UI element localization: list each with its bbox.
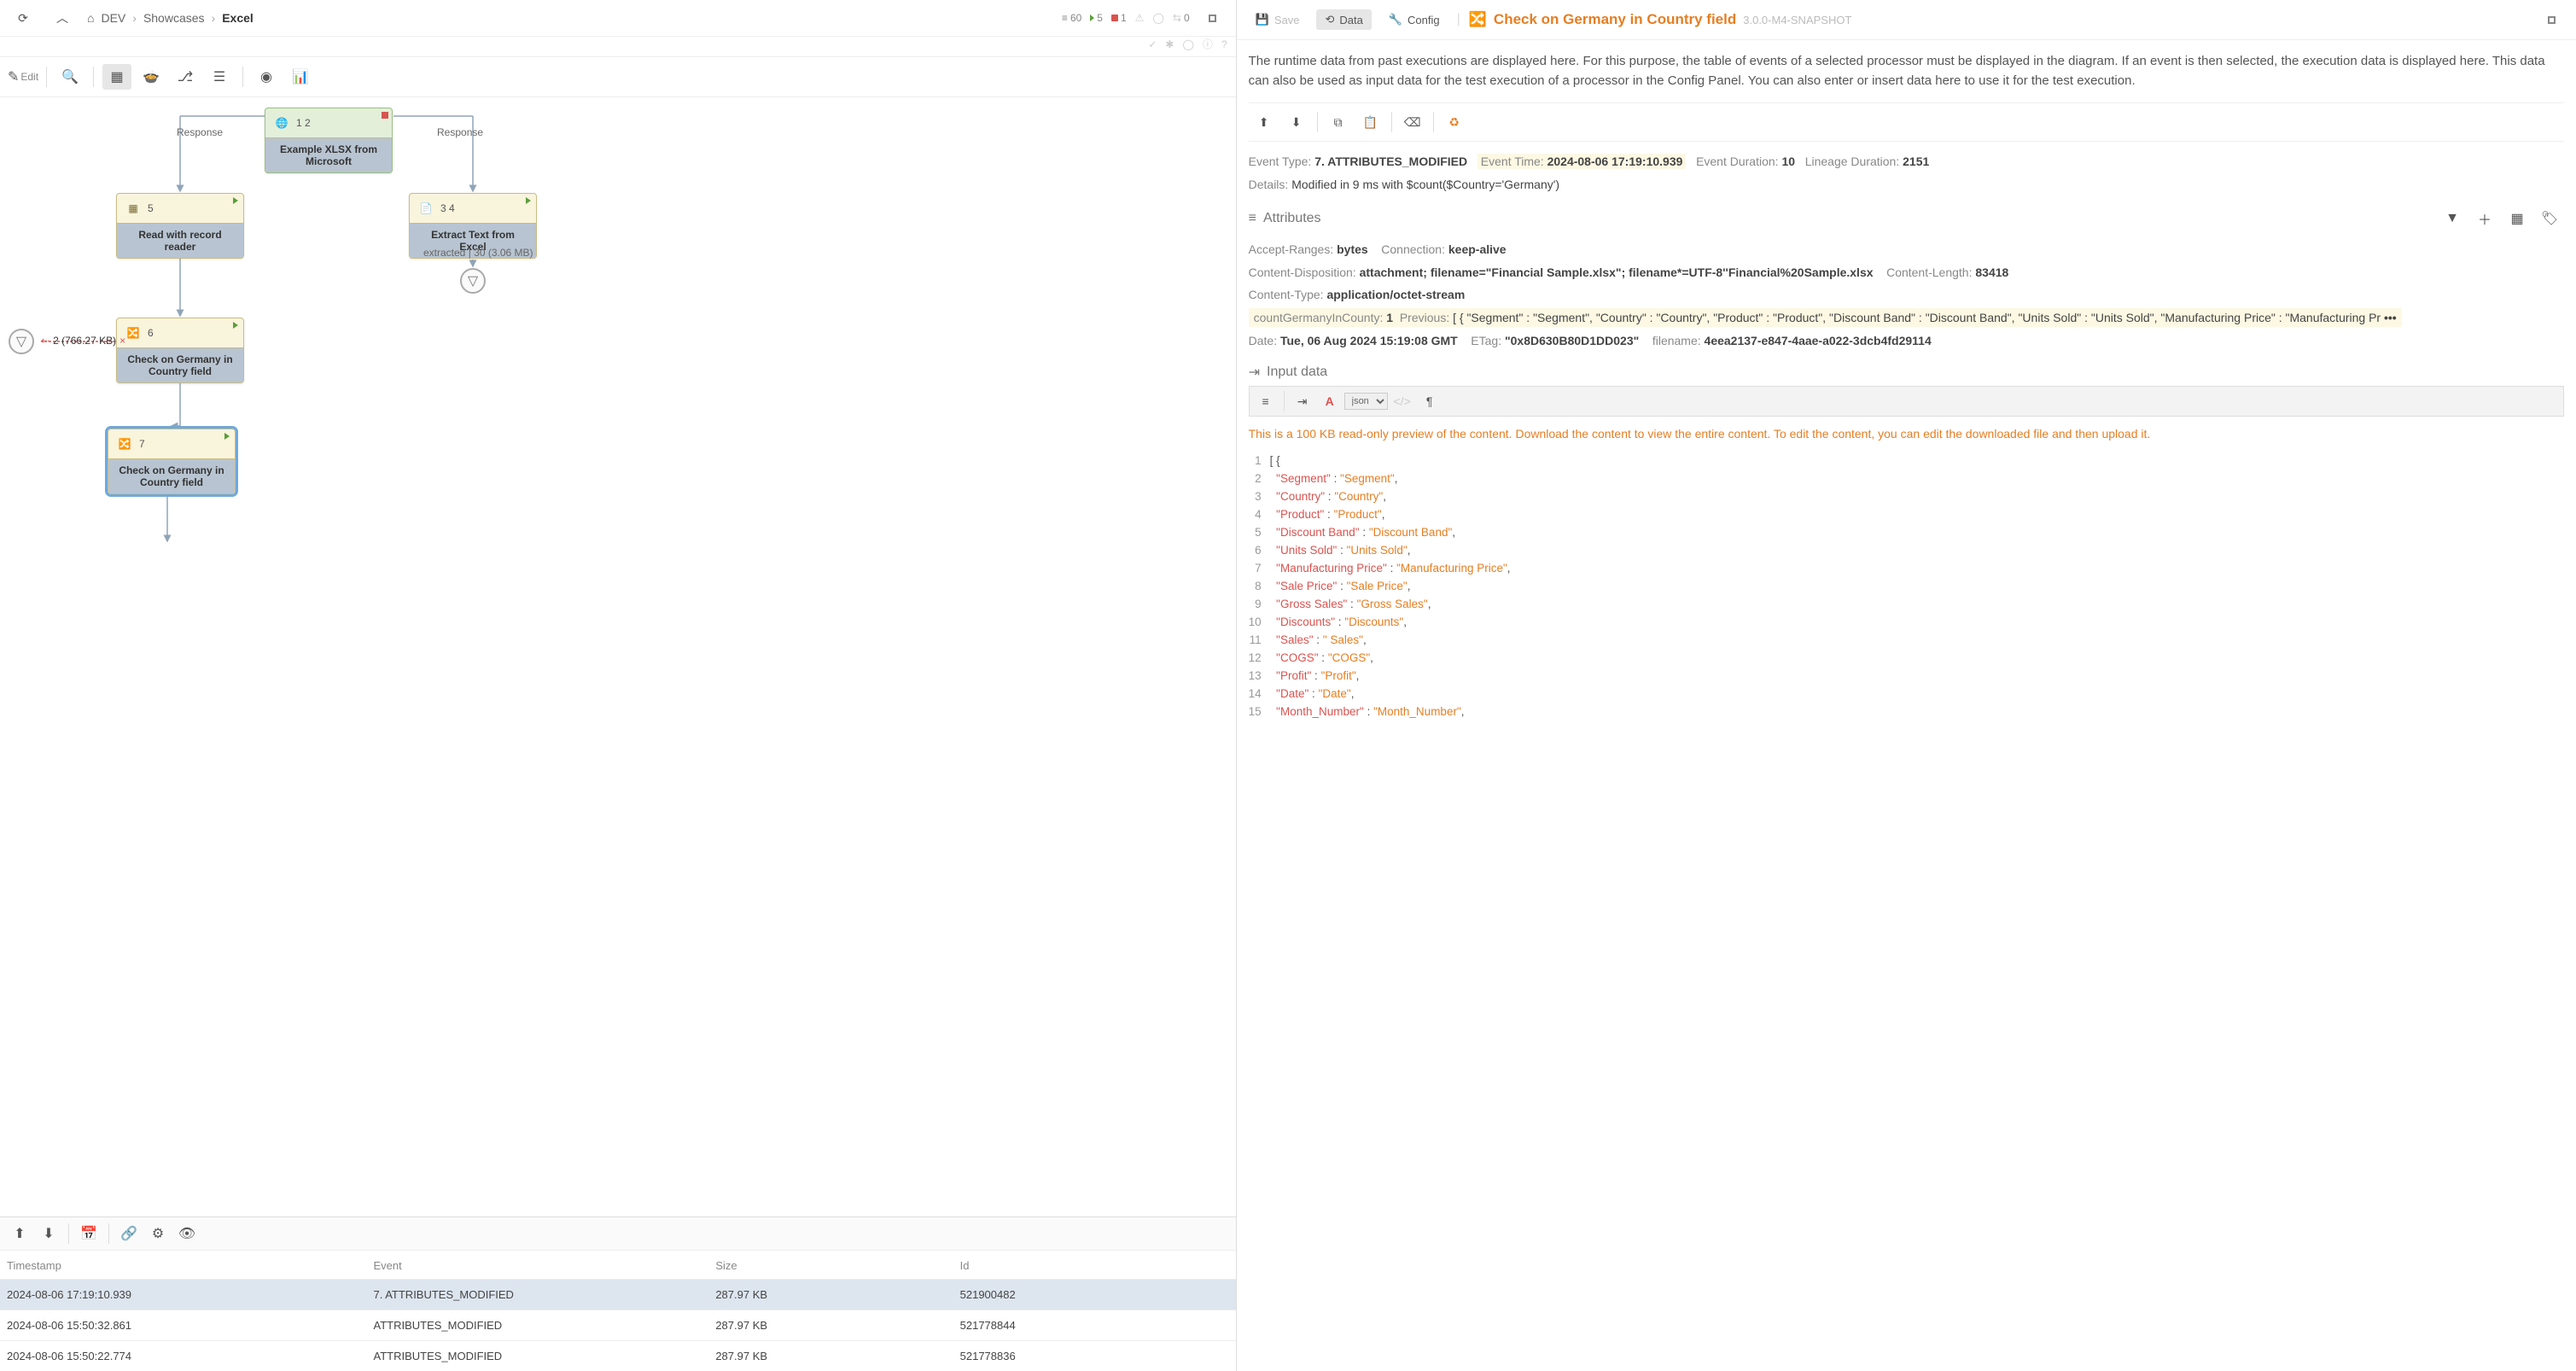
eye-off-icon[interactable]: 👁 (174, 1222, 200, 1245)
processor-title: 🔀 Check on Germany in Country field 3.0.… (1469, 11, 1852, 28)
add-icon[interactable]: ＋ (2470, 206, 2499, 231)
threads-icon: ⇆ (1173, 12, 1181, 24)
format-select[interactable]: json (1344, 393, 1388, 410)
play-icon (224, 433, 230, 440)
edge-label-response: Response (177, 126, 223, 138)
filter-icon[interactable]: ▼ (2438, 206, 2467, 231)
crumb-excel[interactable]: Excel (222, 11, 254, 25)
stop-icon (382, 112, 388, 119)
event-meta: Event Type: 7. ATTRIBUTES_MODIFIED Event… (1249, 150, 2564, 173)
preview-warning: This is a 100 KB read-only preview of th… (1249, 425, 2564, 443)
stopped-icon (1111, 15, 1118, 21)
maximize-icon[interactable] (1198, 5, 1227, 31)
play-icon (233, 197, 238, 204)
table-row[interactable]: 2024-08-06 15:50:22.774ATTRIBUTES_MODIFI… (0, 1340, 1236, 1371)
table-icon: ▦ (124, 199, 143, 218)
grid-view-icon[interactable]: ▦ (102, 64, 131, 90)
link-icon[interactable]: 🔗 (116, 1222, 142, 1245)
running-icon (1090, 15, 1094, 21)
chevron-up-icon[interactable]: ︿ (48, 5, 77, 31)
tag-icon[interactable]: 🏷 (2535, 206, 2564, 231)
table-row[interactable]: 2024-08-06 15:50:32.861ATTRIBUTES_MODIFI… (0, 1310, 1236, 1340)
indent-icon[interactable]: ⇥ (1290, 390, 1315, 412)
play-icon (526, 197, 531, 204)
table-row[interactable]: 2024-08-06 17:19:10.9397. ATTRIBUTES_MOD… (0, 1279, 1236, 1310)
play-icon (233, 322, 238, 329)
import-icon: ⇥ (1249, 364, 1260, 381)
code-editor[interactable]: 123456789101112131415 [ { "Segment" : "S… (1249, 452, 2564, 721)
chart-icon[interactable]: 📊 (286, 64, 315, 90)
flow-canvas[interactable]: 🌐1 2 Example XLSX from Microsoft Respons… (0, 97, 1236, 1216)
file-icon: 📄 (417, 199, 435, 218)
upload-icon[interactable]: ⬆ (7, 1222, 32, 1245)
col-size[interactable]: Size (715, 1259, 959, 1272)
col-event[interactable]: Event (373, 1259, 715, 1272)
funnel-icon[interactable]: ▽ (9, 329, 34, 354)
status-bar: ≡60 5 1 ⚠ ◯ ⇆0 (1062, 5, 1227, 31)
list-icon: ≡ (1249, 211, 1256, 226)
erase-icon[interactable]: ⌫ (1397, 110, 1428, 134)
stack-icon: ≡ (1062, 12, 1068, 24)
gear-icon[interactable]: ⚙ (145, 1222, 171, 1245)
calendar-icon[interactable]: 📅 (76, 1222, 102, 1245)
cloche-icon[interactable]: 🍲 (137, 64, 166, 90)
search-icon[interactable]: 🔍 (55, 64, 85, 90)
breadcrumb: ⌂ DEV › Showcases › Excel (87, 11, 1052, 25)
funnel-icon[interactable]: ▽ (460, 268, 486, 294)
events-table: Timestamp Event Size Id 2024-08-06 17:19… (0, 1250, 1236, 1371)
shuffle-icon: 🔀 (124, 324, 143, 342)
shuffle-icon: 🔀 (115, 435, 134, 453)
shuffle-icon: 🔀 (1469, 11, 1487, 28)
queue-label: ⇠2 (766.27 KB)× (41, 335, 125, 347)
queue-delete-icon[interactable]: × (119, 335, 125, 347)
font-icon[interactable]: A (1317, 390, 1343, 412)
upload-icon[interactable]: ⬆ (1249, 110, 1279, 134)
code-icon[interactable]: </> (1390, 390, 1415, 412)
menu-icon[interactable]: ≡ (1253, 390, 1279, 412)
attributes-list: Accept-Ranges: bytes Connection: keep-al… (1249, 238, 2564, 352)
save-button: 💾 Save (1247, 9, 1308, 30)
node-read-record-reader[interactable]: ▦5 Read with record reader (116, 193, 244, 259)
branch-icon[interactable]: ⎇ (171, 64, 200, 90)
edge-label-response: Response (437, 126, 483, 138)
node-check-germany-1[interactable]: 🔀6 Check on Germany in Country field (116, 318, 244, 383)
gauge-icon[interactable]: ◉ (252, 64, 281, 90)
description: The runtime data from past executions ar… (1249, 52, 2564, 90)
edge-label-extracted: extracted | 30 (3.06 MB) (423, 247, 533, 259)
crumb-showcases[interactable]: Showcases (143, 11, 205, 25)
node-check-germany-2[interactable]: 🔀7 Check on Germany in Country field (108, 429, 236, 494)
pilcrow-icon[interactable]: ¶ (1417, 390, 1442, 412)
table-icon[interactable]: ▦ (2503, 206, 2532, 231)
paste-icon[interactable]: 📋 (1355, 110, 1386, 134)
config-tab[interactable]: 🔧 Config (1380, 9, 1448, 30)
download-icon[interactable]: ⬇ (36, 1222, 61, 1245)
col-id[interactable]: Id (960, 1259, 1229, 1272)
copy-icon[interactable]: ⧉ (1323, 110, 1354, 134)
recycle-icon[interactable]: ♻ (1439, 110, 1470, 134)
more-icon[interactable]: ••• (2384, 311, 2397, 324)
node-example-xlsx[interactable]: 🌐1 2 Example XLSX from Microsoft (265, 108, 393, 173)
refresh-icon[interactable]: ⟳ (9, 5, 38, 31)
maximize-icon[interactable] (2537, 7, 2566, 32)
tree-icon[interactable]: ☰ (205, 64, 234, 90)
col-timestamp[interactable]: Timestamp (7, 1259, 373, 1272)
home-icon[interactable]: ⌂ (87, 11, 94, 25)
edit-button[interactable]: ✎Edit (9, 64, 38, 90)
globe-icon: 🌐 (272, 114, 291, 132)
download-icon[interactable]: ⬇ (1281, 110, 1312, 134)
crumb-dev[interactable]: DEV (101, 11, 125, 25)
data-tab[interactable]: ⟲ Data (1316, 9, 1371, 30)
